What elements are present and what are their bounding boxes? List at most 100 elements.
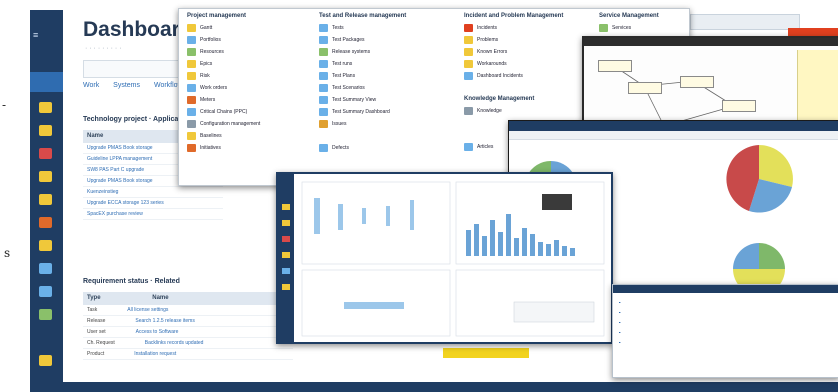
page-edge-text: - <box>2 98 7 112</box>
menu-item[interactable]: Release systems <box>319 46 459 58</box>
menu-item[interactable]: Defects <box>319 142 459 154</box>
menu-item[interactable]: Work orders <box>187 82 317 94</box>
menu-item[interactable]: Test Scenarios <box>319 82 459 94</box>
menu-item[interactable]: Services <box>599 22 689 34</box>
folder-icon[interactable] <box>39 102 52 113</box>
tab-systems[interactable]: Systems <box>113 82 140 89</box>
menu-item[interactable]: Tests <box>319 22 459 34</box>
column-type: Type <box>87 295 101 301</box>
gantt-icon <box>187 24 196 32</box>
row-link[interactable]: All license settings <box>127 307 168 313</box>
menu-item[interactable]: Dashboard Incidents <box>464 70 594 82</box>
menu-item[interactable]: Knowledge <box>464 105 594 117</box>
workaround-icon <box>464 60 473 68</box>
row-type: Product <box>87 351 105 357</box>
menu-column-header: Incident and Problem Management <box>464 13 564 19</box>
menu-column-test: Test and Release management Tests Test P… <box>319 13 459 154</box>
row-link[interactable]: Access to Software <box>136 329 179 335</box>
list-item[interactable] <box>619 317 833 323</box>
workflow-node[interactable] <box>722 100 756 112</box>
row-type: Task <box>87 307 98 313</box>
global-search-input[interactable] <box>690 14 800 30</box>
tag-icon[interactable] <box>39 148 52 159</box>
tag-icon[interactable] <box>282 236 290 242</box>
menu-item[interactable]: Test runs <box>319 58 459 70</box>
menu-item[interactable]: Meters <box>187 94 317 106</box>
menu-item[interactable]: Known Errors <box>464 46 594 58</box>
menu-item[interactable]: Workarounds <box>464 58 594 70</box>
workflow-node[interactable] <box>680 76 714 88</box>
menu-item[interactable]: Issues <box>319 118 459 130</box>
table-row[interactable]: Release Search 1.2.5 release items <box>83 316 293 327</box>
menu-item[interactable]: Test Plans <box>319 70 459 82</box>
menu-item[interactable]: Risk <box>187 70 317 82</box>
settings-icon[interactable] <box>39 217 52 228</box>
bar-charts-window <box>276 172 613 344</box>
package-icon <box>319 36 328 44</box>
test-plan-icon <box>319 72 328 80</box>
users-icon[interactable] <box>39 171 52 182</box>
folder-icon[interactable] <box>282 204 290 210</box>
window-titlebar[interactable] <box>584 38 838 46</box>
row-link[interactable]: Search 1.2.5 release items <box>135 318 194 324</box>
menu-item[interactable]: Portfolios <box>187 34 317 46</box>
menu-item[interactable]: Configuration management <box>187 118 317 130</box>
table-row[interactable]: Task All license settings <box>83 305 293 316</box>
table-row[interactable]: Ch. Request Backlinks records updated <box>83 338 293 349</box>
menu-item[interactable]: Test Summary Dashboard <box>319 106 459 118</box>
tab-work[interactable]: Work <box>83 82 99 89</box>
app-logo: ≡ <box>33 30 39 40</box>
table-row[interactable]: SpacEX purchase review <box>83 209 223 220</box>
workflow-node[interactable] <box>598 60 632 72</box>
article-icon <box>464 143 473 151</box>
window-titlebar[interactable] <box>613 285 838 293</box>
table-row[interactable]: Kuenzeinstieg <box>83 187 223 198</box>
help-icon[interactable] <box>39 355 52 366</box>
menu-spacer <box>319 130 459 142</box>
users-icon[interactable] <box>282 252 290 258</box>
menu-item[interactable]: Initiatives <box>187 142 317 154</box>
cart-icon[interactable] <box>39 263 52 274</box>
list-item[interactable] <box>619 307 833 313</box>
table-row[interactable]: User set Access to Software <box>83 327 293 338</box>
config-icon <box>187 120 196 128</box>
menu-item[interactable]: Test Packages <box>319 34 459 46</box>
list-item[interactable] <box>619 297 833 303</box>
test-icon <box>319 24 328 32</box>
links-list-window <box>612 284 838 378</box>
status-highlight <box>443 348 529 358</box>
taskbar <box>30 382 838 392</box>
menu-item[interactable]: Problems <box>464 34 594 46</box>
table-row[interactable]: Product Installation request <box>83 349 293 360</box>
row-link[interactable]: Backlinks records updated <box>145 340 204 346</box>
report-icon[interactable] <box>39 240 52 251</box>
window-titlebar[interactable] <box>509 121 838 131</box>
menu-column-header: Service Management <box>599 13 659 19</box>
menu-item[interactable]: Epics <box>187 58 317 70</box>
workflow-node[interactable] <box>628 82 662 94</box>
menu-item[interactable]: Incidents <box>464 22 594 34</box>
bar-charts <box>301 181 605 337</box>
menu-item[interactable]: Gantt <box>187 22 317 34</box>
sidebar-selected-item[interactable] <box>30 72 63 92</box>
report-icon[interactable] <box>282 268 290 274</box>
baseline-icon <box>187 132 196 140</box>
row-link[interactable]: Installation request <box>134 351 176 357</box>
table-header: Type Name <box>83 292 293 305</box>
resources-icon <box>187 48 196 56</box>
menu-item[interactable]: Test Summary View <box>319 94 459 106</box>
warning-icon <box>464 48 473 56</box>
list-item[interactable] <box>619 337 833 343</box>
bell-icon[interactable] <box>282 220 290 226</box>
chart-icon[interactable] <box>39 309 52 320</box>
menu-item[interactable]: Resources <box>187 46 317 58</box>
box-icon[interactable] <box>39 194 52 205</box>
row-type: User set <box>87 329 106 335</box>
settings-icon[interactable] <box>282 284 290 290</box>
list-item[interactable] <box>619 327 833 333</box>
menu-item[interactable]: Critical Chains (PPC) <box>187 106 317 118</box>
menu-item[interactable]: Baselines <box>187 130 317 142</box>
calendar-icon[interactable] <box>39 286 52 297</box>
table-row[interactable]: Upgrade ECCA storage 123 series <box>83 198 223 209</box>
bell-icon[interactable] <box>39 125 52 136</box>
